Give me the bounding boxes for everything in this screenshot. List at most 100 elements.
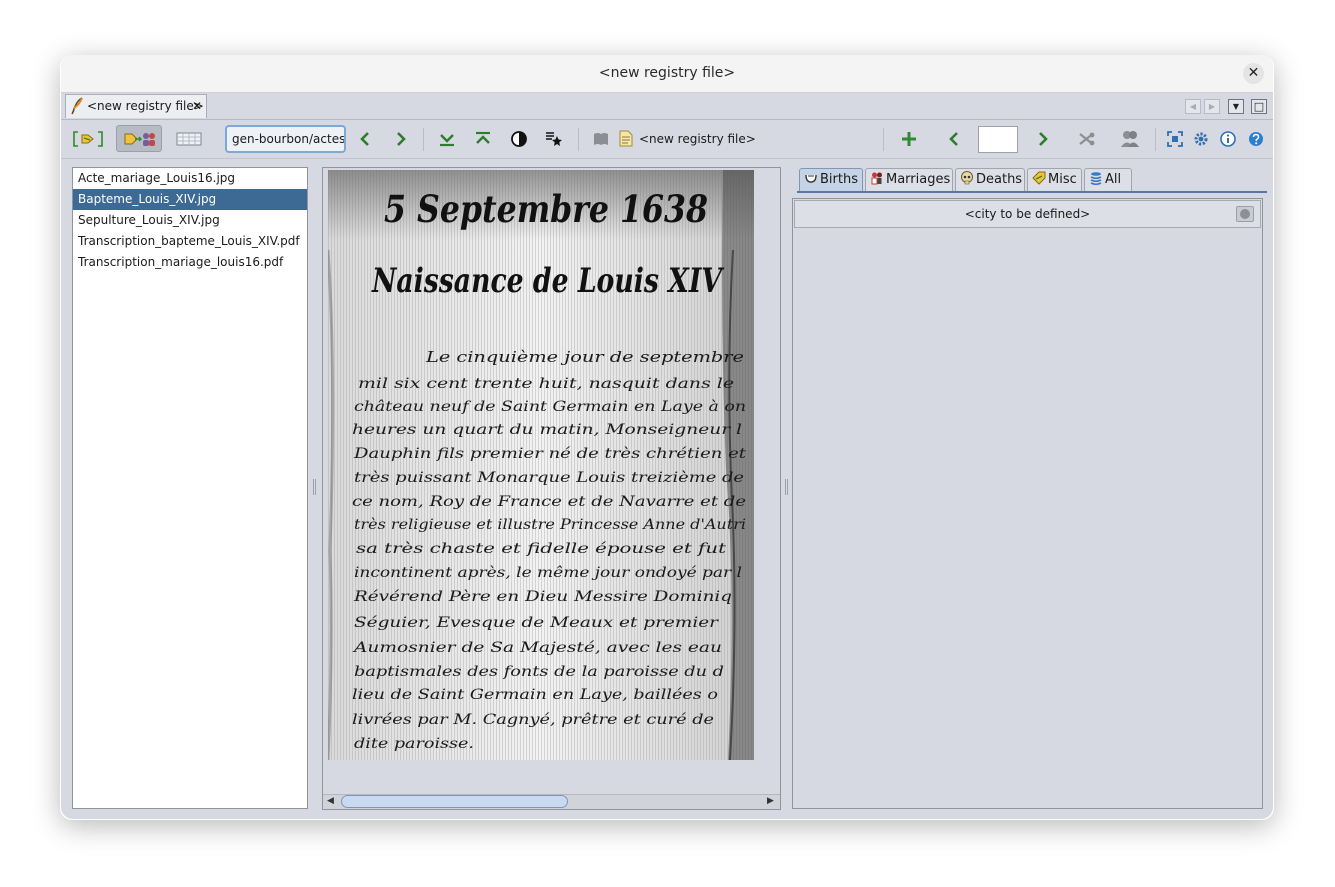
city-label: <city to be defined>: [964, 207, 1091, 221]
scan-line: château neuf de Saint Germain en Laye à …: [354, 399, 746, 415]
scan-line: lieu de Saint Germain en Laye, baillées …: [352, 687, 718, 703]
table-view-button[interactable]: [172, 125, 206, 152]
grid-table-icon: [176, 132, 202, 145]
scan-body-text: Le cinquième jour de septembre mil six c…: [351, 348, 746, 752]
maximize-button[interactable]: □: [1251, 99, 1267, 114]
scan-line: très religieuse et illustre Princesse An…: [354, 517, 746, 533]
chevron-right-icon: [1039, 131, 1048, 146]
scan-line: incontinent après, le même jour ondoyé p…: [354, 565, 742, 581]
database-stack-icon: [1090, 172, 1102, 185]
scan-line: Séguier, Evesque de Meaux et premier: [354, 615, 720, 631]
bookmarks-button[interactable]: [543, 125, 565, 152]
file-list-item[interactable]: Transcription_bapteme_Louis_XIV.pdf: [73, 231, 307, 252]
people-icon: [1121, 130, 1139, 147]
splitter-handle-right[interactable]: [785, 479, 788, 495]
document-icon-slot: [617, 125, 635, 152]
document-icon: [619, 130, 633, 147]
previous-record-button[interactable]: [943, 125, 965, 152]
arrow-down-to-line-icon: [440, 133, 454, 146]
fit-screen-button[interactable]: [1165, 125, 1185, 152]
tab-underline: [797, 191, 1267, 193]
scroll-right-arrow[interactable]: ▶: [767, 796, 774, 806]
tab-scroll-left-button[interactable]: ◀: [1185, 99, 1201, 114]
scan-title-heading: Naissance de Louis XIV: [371, 261, 725, 301]
scan-line: dite paroisse.: [354, 736, 474, 752]
tab-misc-label: Misc: [1048, 172, 1077, 187]
scan-line: Dauphin fils premier né de très chrétien…: [353, 446, 747, 462]
scan-line: Le cinquième jour de septembre: [425, 348, 744, 366]
scroll-top-button[interactable]: [472, 125, 494, 152]
previous-file-button[interactable]: [354, 125, 376, 152]
records-panel: Births Marriages Deaths Misc All <city t…: [792, 167, 1267, 809]
city-header[interactable]: <city to be defined>: [794, 200, 1261, 228]
chevron-right-icon: [397, 131, 406, 146]
next-record-button[interactable]: [1032, 125, 1054, 152]
tab-deaths[interactable]: Deaths: [955, 168, 1025, 191]
tab-births-label: Births: [820, 172, 858, 187]
add-record-button[interactable]: [898, 125, 920, 152]
info-button[interactable]: [1218, 125, 1238, 152]
scan-line: sa très chaste et fidelle épouse et fut: [356, 541, 727, 557]
main-toolbar: gen-bourbon/actes <new registry file>: [61, 120, 1273, 159]
quill-icon: [71, 97, 83, 115]
cradle-icon: [805, 174, 817, 183]
scroll-left-arrow[interactable]: ◀: [327, 796, 334, 806]
city-select-button[interactable]: [1236, 206, 1254, 222]
info-icon: [1220, 130, 1236, 147]
tab-deaths-label: Deaths: [976, 172, 1023, 187]
contrast-icon: [511, 130, 527, 147]
tab-list-dropdown-button[interactable]: ▼: [1228, 99, 1244, 114]
image-viewer: 5 Septembre 1638 Naissance de Louis XIV …: [322, 167, 781, 810]
document-tab-label: <new registry file>: [87, 99, 204, 113]
skull-icon: [961, 171, 973, 185]
star-list-icon: [546, 131, 562, 146]
scan-mode-button[interactable]: [71, 125, 105, 152]
delete-record-button[interactable]: [1076, 125, 1098, 152]
tab-all[interactable]: All: [1084, 168, 1132, 191]
record-type-tabs: Births Marriages Deaths Misc All: [797, 167, 1263, 191]
merge-records-button[interactable]: [1118, 125, 1142, 152]
file-list-item-selected[interactable]: Bapteme_Louis_XIV.jpg: [73, 189, 307, 210]
tab-misc[interactable]: Misc: [1027, 168, 1082, 191]
scan-date-heading: 5 Septembre 1638: [384, 187, 708, 231]
gear-icon: [1194, 132, 1208, 145]
help-button[interactable]: [1246, 125, 1266, 152]
tab-births[interactable]: Births: [799, 168, 863, 191]
scroll-bottom-button[interactable]: [436, 125, 458, 152]
document-tab-bar: <new registry file> ✕ ◀ ▶ ▼ □: [61, 93, 1273, 120]
chevron-left-icon: [360, 131, 369, 146]
record-mode-button[interactable]: [116, 125, 162, 152]
help-icon: [1249, 131, 1263, 146]
tab-marriages[interactable]: Marriages: [865, 168, 953, 191]
scan-line: heures un quart du matin, Monseigneur l: [352, 422, 742, 438]
document-tab-close-button[interactable]: ✕: [192, 95, 202, 117]
splitter-handle-left[interactable]: [313, 479, 316, 495]
file-list-item[interactable]: Acte_mariage_Louis16.jpg: [73, 168, 307, 189]
settings-button[interactable]: [1191, 125, 1211, 152]
scan-line: ce nom, Roy de France et de Navarre et d…: [352, 494, 746, 510]
window-title: <new registry file>: [598, 65, 736, 81]
document-tab[interactable]: <new registry file> ✕: [65, 94, 207, 118]
scan-line: Révérend Père en Dieu Messire Dominiq: [353, 589, 732, 605]
contrast-button[interactable]: [508, 125, 530, 152]
fit-screen-icon: [1167, 130, 1183, 147]
next-file-button[interactable]: [390, 125, 412, 152]
title-bar: <new registry file> ✕: [61, 55, 1273, 93]
viewer-horizontal-scrollbar[interactable]: ◀ ▶: [323, 794, 780, 809]
window-close-button[interactable]: ✕: [1243, 63, 1264, 84]
tab-scroll-right-button[interactable]: ▶: [1204, 99, 1220, 114]
record-number-input[interactable]: [978, 126, 1018, 153]
file-list: Acte_mariage_Louis16.jpg Bapteme_Louis_X…: [72, 167, 308, 809]
scanned-document-image: 5 Septembre 1638 Naissance de Louis XIV …: [328, 170, 754, 760]
plus-icon: [902, 131, 916, 146]
scan-line: mil six cent trente huit, nasquit dans l…: [358, 376, 734, 392]
file-list-item[interactable]: Transcription_mariage_louis16.pdf: [73, 252, 307, 273]
scrollbar-thumb[interactable]: [341, 795, 568, 808]
file-list-item[interactable]: Sepulture_Louis_XIV.jpg: [73, 210, 307, 231]
chevron-left-icon: [949, 131, 958, 146]
folder-path-input[interactable]: gen-bourbon/actes: [225, 125, 346, 153]
arrow-up-from-line-icon: [476, 131, 490, 144]
scan-line: Aumosnier de Sa Majesté, avec les eau: [351, 640, 722, 656]
scan-line: livrées par M. Cagnyé, prêtre et curé de: [352, 712, 714, 728]
book-button[interactable]: [590, 125, 612, 152]
